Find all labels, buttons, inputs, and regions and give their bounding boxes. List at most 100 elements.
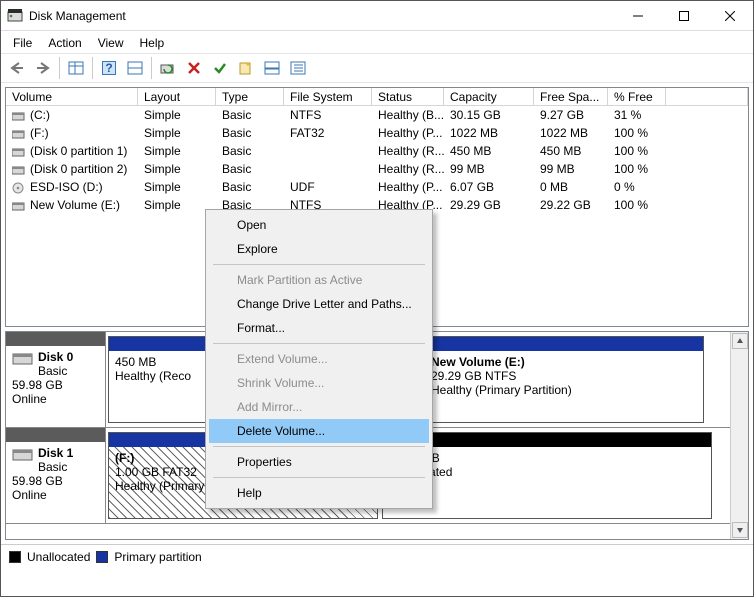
toolbar-separator <box>92 57 93 79</box>
layout-icon[interactable] <box>260 56 284 80</box>
table-row[interactable]: ESD-ISO (D:)SimpleBasicUDFHealthy (P...6… <box>6 178 748 196</box>
vol-pct: 100 % <box>608 126 666 140</box>
disk-type: Basic <box>38 364 67 378</box>
vol-pct: 0 % <box>608 180 666 194</box>
vol-status: Healthy (P... <box>372 180 444 194</box>
menu-item[interactable]: Change Drive Letter and Paths... <box>209 292 429 316</box>
vol-layout: Simple <box>138 180 216 194</box>
vol-layout: Simple <box>138 144 216 158</box>
vol-free: 0 MB <box>534 180 608 194</box>
col-volume[interactable]: Volume <box>6 88 138 106</box>
properties-icon[interactable] <box>286 56 310 80</box>
menu-action[interactable]: Action <box>40 34 89 52</box>
menu-file[interactable]: File <box>5 34 40 52</box>
vol-type: Basic <box>216 126 284 140</box>
disk-info[interactable]: Disk 1Basic59.98 GBOnline <box>6 428 106 523</box>
close-button[interactable] <box>707 1 753 31</box>
panels-icon[interactable] <box>123 56 147 80</box>
vol-cap: 30.15 GB <box>444 108 534 122</box>
menu-item[interactable]: Format... <box>209 316 429 340</box>
menu-separator <box>213 446 425 447</box>
vol-name: (Disk 0 partition 1) <box>30 144 127 158</box>
scroll-up-icon[interactable] <box>732 333 748 349</box>
vol-pct: 100 % <box>608 144 666 158</box>
legend-swatch-primary <box>96 551 108 563</box>
scroll-down-icon[interactable] <box>732 522 748 538</box>
part-size: 450 MB <box>115 355 201 369</box>
partition[interactable]: 450 MBHealthy (Reco <box>108 336 208 423</box>
menu-item[interactable]: Properties <box>209 450 429 474</box>
col-status[interactable]: Status <box>372 88 444 106</box>
vol-type: Basic <box>216 144 284 158</box>
disk-info[interactable]: Disk 0Basic59.98 GBOnline <box>6 332 106 427</box>
back-button[interactable] <box>5 56 29 80</box>
vol-layout: Simple <box>138 162 216 176</box>
part-title: New Volume (E:) <box>431 355 697 369</box>
col-filesystem[interactable]: File System <box>284 88 372 106</box>
menu-item: Shrink Volume... <box>209 371 429 395</box>
vol-pct: 31 % <box>608 108 666 122</box>
details-icon[interactable] <box>64 56 88 80</box>
menu-help[interactable]: Help <box>132 34 173 52</box>
menu-separator <box>213 264 425 265</box>
column-headers[interactable]: Volume Layout Type File System Status Ca… <box>6 88 748 106</box>
disk-label: Disk 0 <box>38 350 73 364</box>
delete-icon[interactable] <box>182 56 206 80</box>
menu-item[interactable]: Help <box>209 481 429 505</box>
disk-status: Online <box>12 392 47 406</box>
menu-item: Mark Partition as Active <box>209 268 429 292</box>
scrollbar[interactable] <box>730 332 748 539</box>
menu-separator <box>213 477 425 478</box>
col-layout[interactable]: Layout <box>138 88 216 106</box>
help-icon[interactable]: ? <box>97 56 121 80</box>
table-row[interactable]: (Disk 0 partition 1)SimpleBasicHealthy (… <box>6 142 748 160</box>
part-size: 29.29 GB NTFS <box>431 369 697 383</box>
svg-text:?: ? <box>105 61 112 75</box>
disk-size: 59.98 GB <box>12 378 63 392</box>
legend-unallocated: Unallocated <box>27 550 90 564</box>
legend-primary: Primary partition <box>114 550 201 564</box>
titlebar: Disk Management <box>1 1 753 31</box>
vol-fs: NTFS <box>284 108 372 122</box>
forward-button[interactable] <box>31 56 55 80</box>
disk-type: Basic <box>38 460 67 474</box>
col-pct[interactable]: % Free <box>608 88 666 106</box>
col-free[interactable]: Free Spa... <box>534 88 608 106</box>
menu-item[interactable]: Delete Volume... <box>209 419 429 443</box>
minimize-button[interactable] <box>615 1 661 31</box>
menu-item[interactable]: Explore <box>209 237 429 261</box>
table-row[interactable]: (C:)SimpleBasicNTFSHealthy (B...30.15 GB… <box>6 106 748 124</box>
part-status: Unallocated <box>389 465 705 479</box>
vol-type: Basic <box>216 162 284 176</box>
vol-status: Healthy (P... <box>372 126 444 140</box>
menu-item: Extend Volume... <box>209 347 429 371</box>
menu-item[interactable]: Open <box>209 213 429 237</box>
table-row[interactable]: (F:)SimpleBasicFAT32Healthy (P...1022 MB… <box>6 124 748 142</box>
vol-name: (F:) <box>30 126 49 140</box>
part-status: Healthy (Primary Partition) <box>431 383 697 397</box>
disk-status: Online <box>12 488 47 502</box>
col-type[interactable]: Type <box>216 88 284 106</box>
menu-view[interactable]: View <box>90 34 132 52</box>
vol-fs: FAT32 <box>284 126 372 140</box>
menu-separator <box>213 343 425 344</box>
disk-label: Disk 1 <box>38 446 73 460</box>
col-capacity[interactable]: Capacity <box>444 88 534 106</box>
window-title: Disk Management <box>29 9 615 23</box>
vol-free: 450 MB <box>534 144 608 158</box>
check-icon[interactable] <box>208 56 232 80</box>
vol-name: ESD-ISO (D:) <box>30 180 103 194</box>
new-icon[interactable] <box>234 56 258 80</box>
table-row[interactable]: (Disk 0 partition 2)SimpleBasicHealthy (… <box>6 160 748 178</box>
vol-status: Healthy (B... <box>372 108 444 122</box>
refresh-icon[interactable] <box>156 56 180 80</box>
drive-icon <box>12 200 26 210</box>
maximize-button[interactable] <box>661 1 707 31</box>
vol-free: 9.27 GB <box>534 108 608 122</box>
disk-size: 59.98 GB <box>12 474 63 488</box>
vol-pct: 100 % <box>608 162 666 176</box>
partition[interactable]: New Volume (E:)29.29 GB NTFSHealthy (Pri… <box>424 336 704 423</box>
menubar: File Action View Help <box>1 33 753 53</box>
toolbar-separator <box>59 57 60 79</box>
col-end[interactable] <box>666 88 748 106</box>
